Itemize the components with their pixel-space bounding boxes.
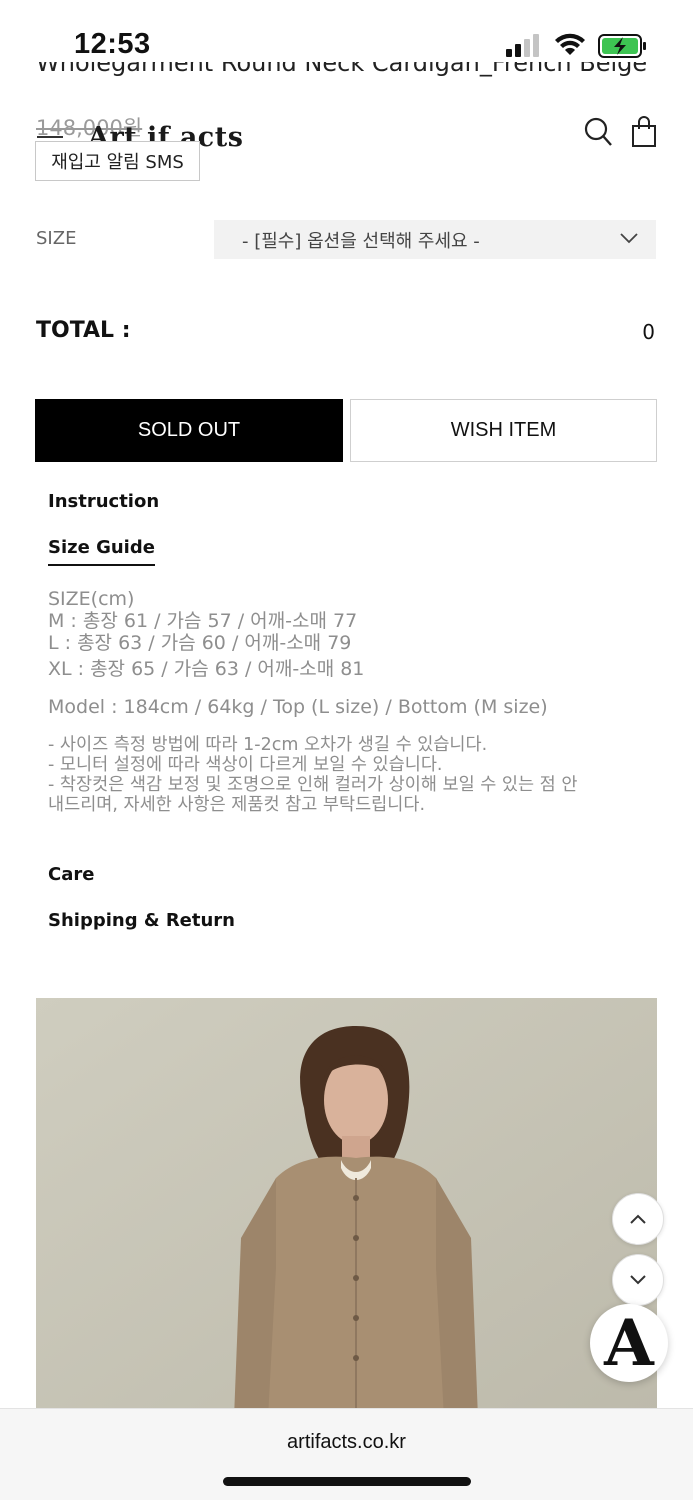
browser-address-bar[interactable]: artifacts.co.kr xyxy=(0,1408,693,1500)
size-label: SIZE xyxy=(36,228,77,249)
size-row-m: M : 총장 61 / 가슴 57 / 어깨-소매 77 xyxy=(48,610,358,632)
scroll-down-button[interactable] xyxy=(612,1254,664,1306)
size-row-xl: XL : 총장 65 / 가슴 63 / 어깨-소매 81 xyxy=(48,658,365,680)
size-row-l: L : 총장 63 / 가슴 60 / 어깨-소매 79 xyxy=(48,632,352,654)
chevron-down-icon xyxy=(620,233,638,244)
size-select[interactable]: - [필수] 옵션을 선택해 주세요 - xyxy=(214,220,656,259)
size-select-value: - [필수] 옵션을 선택해 주세요 - xyxy=(242,230,480,252)
size-guide-table: SIZE(cm) M : 총장 61 / 가슴 57 / 어깨-소매 77 L … xyxy=(48,588,364,680)
tab-shipping-return[interactable]: Shipping & Return xyxy=(48,910,235,931)
restock-sms-button[interactable]: 재입고 알림 SMS xyxy=(35,141,200,181)
battery-charging-icon xyxy=(598,34,646,58)
tab-size-guide[interactable]: Size Guide xyxy=(48,537,155,566)
brand-floating-button[interactable]: A xyxy=(590,1304,668,1382)
scroll-up-button[interactable] xyxy=(612,1193,664,1245)
url-text[interactable]: artifacts.co.kr xyxy=(0,1431,693,1454)
size-note: 내드리며, 자세한 사항은 제품컷 참고 부탁드립니다. xyxy=(48,795,426,815)
product-title: Wholegarment Round Neck Cardigan_French … xyxy=(36,62,648,77)
total-label: TOTAL : xyxy=(36,318,131,343)
wish-item-button[interactable]: WISH ITEM xyxy=(350,399,657,462)
sold-out-button[interactable]: SOLD OUT xyxy=(35,399,343,462)
size-note: - 착장컷은 색감 보정 및 조명으로 인해 컬러가 상이해 보일 수 있는 점… xyxy=(48,775,578,795)
chevron-up-icon xyxy=(630,1214,646,1224)
size-note: - 사이즈 측정 방법에 따라 1-2cm 오차가 생길 수 있습니다. xyxy=(48,735,488,755)
tab-care[interactable]: Care xyxy=(48,864,94,885)
size-note: - 모니터 설정에 따라 색상이 다르게 보일 수 있습니다. xyxy=(48,755,443,775)
size-guide-heading: SIZE(cm) xyxy=(48,588,135,610)
chevron-down-icon xyxy=(630,1275,646,1285)
status-time: 12:53 xyxy=(74,28,151,60)
wifi-icon xyxy=(555,33,585,55)
home-indicator xyxy=(223,1477,471,1486)
tab-instruction[interactable]: Instruction xyxy=(48,491,159,512)
total-value: 0 xyxy=(642,320,655,344)
size-notes: - 사이즈 측정 방법에 따라 1-2cm 오차가 생길 수 있습니다. - 모… xyxy=(48,735,577,815)
model-wearing-cardigan-image xyxy=(36,998,657,1418)
model-info: Model : 184cm / 64kg / Top (L size) / Bo… xyxy=(48,696,548,718)
product-photo xyxy=(36,998,657,1418)
cellular-signal-icon xyxy=(506,34,539,57)
shopping-bag-icon[interactable] xyxy=(631,116,657,148)
search-icon[interactable] xyxy=(583,116,613,148)
